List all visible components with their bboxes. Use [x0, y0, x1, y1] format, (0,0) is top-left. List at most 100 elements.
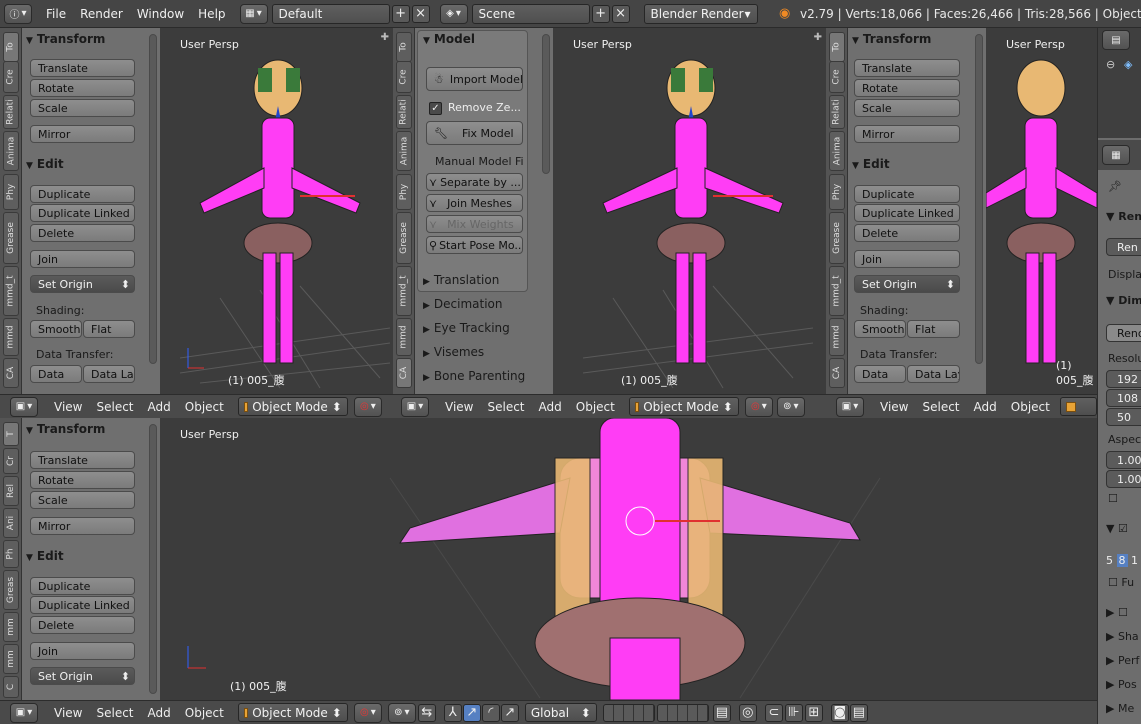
duplicate-button[interactable]: Duplicate — [854, 185, 960, 203]
duplicate-linked-button[interactable]: Duplicate Linked — [30, 204, 135, 222]
menu-select[interactable]: Select — [922, 400, 959, 414]
menu-select[interactable]: Select — [96, 706, 133, 720]
scale-button[interactable]: Scale — [30, 491, 135, 509]
model-panel-header[interactable]: ▼ Model — [423, 32, 475, 46]
decimation-panel-header[interactable]: ▶ Decimation — [423, 297, 503, 311]
scale-button[interactable]: Scale — [854, 99, 960, 117]
tab-animation[interactable]: Anima — [829, 131, 845, 171]
tab-mmd-tools[interactable]: mmd_t — [829, 266, 845, 316]
tab-mmd[interactable]: mm — [3, 644, 19, 674]
translate-manipulator-button[interactable]: ↗ — [462, 703, 481, 722]
dimensions-panel-header[interactable]: ▼ Dim — [1106, 294, 1141, 307]
scene-field[interactable]: Scene — [471, 3, 590, 24]
layers-grid-1[interactable] — [602, 703, 655, 722]
translation-panel-header[interactable]: ▶ Translation — [423, 273, 499, 287]
render-animation-button[interactable]: ▤ — [849, 703, 868, 722]
delete-button[interactable]: Delete — [30, 616, 135, 634]
flat-button[interactable]: Flat — [907, 320, 960, 338]
join-button[interactable]: Join — [30, 250, 135, 268]
scale-button[interactable]: Scale — [30, 99, 135, 117]
menu-add[interactable]: Add — [539, 400, 562, 414]
tab-create[interactable]: Cre — [3, 61, 19, 93]
join-button[interactable]: Join — [854, 250, 960, 268]
mirror-button[interactable]: Mirror — [30, 125, 135, 143]
rotate-manipulator-button[interactable]: ◜ — [481, 703, 500, 722]
mode-select[interactable] — [1059, 397, 1097, 416]
data-layout-button[interactable]: Data Lay — [907, 365, 960, 383]
transform-panel-header[interactable]: ▼ Transform — [26, 422, 105, 436]
menu-view[interactable]: View — [880, 400, 908, 414]
tab-animation[interactable]: Ani — [3, 508, 19, 538]
snap-element-button[interactable]: ⊪ — [784, 703, 803, 722]
menu-add[interactable]: Add — [148, 706, 171, 720]
transform-panel-header[interactable]: ▼ Transform — [26, 32, 105, 46]
tab-mmd[interactable]: mmd — [829, 318, 845, 356]
tab-grease[interactable]: Grease — [829, 212, 845, 264]
snap-target-button[interactable]: ⊞ — [804, 703, 823, 722]
render-still-button[interactable]: ◙ — [830, 703, 849, 722]
tab-mmd-tools[interactable]: mm — [3, 612, 19, 642]
remove-scene-button[interactable]: × — [611, 4, 630, 23]
menu-object[interactable]: Object — [1011, 400, 1050, 414]
set-origin-select[interactable]: Set Origin ⬍ — [854, 275, 960, 293]
screen-layout-icon-button[interactable]: ▦ ▾ — [239, 3, 268, 24]
tab-grease[interactable]: Greas — [3, 570, 19, 610]
data-layout-button[interactable]: Data Lay — [83, 365, 135, 383]
join-meshes-button[interactable]: ⋎ Join Meshes — [426, 194, 523, 212]
menu-object[interactable]: Object — [185, 706, 224, 720]
outliner-expand-icon[interactable]: ⊖ — [1106, 58, 1115, 71]
render-engine-select[interactable]: Blender Render ▾ — [643, 3, 758, 24]
tab-mmd-tools[interactable]: mmd_t — [3, 266, 19, 316]
screen-layout-field[interactable]: Default — [271, 3, 390, 24]
tab-cats[interactable]: CA — [829, 358, 845, 388]
smooth-button[interactable]: Smooth — [854, 320, 906, 338]
tab-grease[interactable]: Grease — [396, 212, 412, 264]
menu-select[interactable]: Select — [96, 400, 133, 414]
viewport-shading-button[interactable]: ◎ ▾ — [744, 396, 773, 417]
mirror-button[interactable]: Mirror — [30, 517, 135, 535]
sampled-motion-panel-header[interactable]: ▶ ☐ — [1106, 606, 1128, 619]
tab-relations[interactable]: Relati — [396, 95, 412, 129]
post-processing-panel-header[interactable]: ▶ Pos — [1106, 678, 1137, 691]
translate-button[interactable]: Translate — [30, 451, 135, 469]
fps-field-3[interactable]: 1 — [1131, 554, 1138, 567]
import-model-button[interactable]: ☃ Import Model — [426, 67, 523, 91]
lock-layers-button[interactable]: ▤ — [712, 703, 731, 722]
viewport-top-center[interactable]: User Persp ✚ (1) 005_腹 — [553, 28, 826, 394]
viewport-top-left[interactable]: User Persp ✚ (1) 005_腹 — [160, 28, 393, 394]
add-scene-button[interactable]: + — [591, 4, 610, 23]
smooth-button[interactable]: Smooth — [30, 320, 82, 338]
translate-button[interactable]: Translate — [30, 59, 135, 77]
menu-object[interactable]: Object — [185, 400, 224, 414]
tab-mmd[interactable]: mmd — [3, 318, 19, 356]
fps-field-2[interactable]: 8 — [1116, 554, 1128, 567]
set-origin-select[interactable]: Set Origin ⬍ — [30, 667, 135, 685]
resolution-percent-field[interactable]: 50 — [1106, 408, 1141, 426]
scene-icon-button[interactable]: ◈ ▾ — [439, 3, 468, 24]
render-button[interactable]: Ren — [1106, 238, 1141, 256]
delete-button[interactable]: Delete — [30, 224, 135, 242]
menu-view[interactable]: View — [54, 400, 82, 414]
duplicate-linked-button[interactable]: Duplicate Linked — [30, 596, 135, 614]
tab-create[interactable]: Cre — [396, 61, 412, 93]
render-presets-button[interactable]: Rende — [1106, 324, 1141, 342]
tab-tools[interactable]: To — [3, 32, 19, 62]
delete-button[interactable]: Delete — [854, 224, 960, 242]
add-screen-button[interactable]: + — [391, 4, 410, 23]
tab-cats[interactable]: C — [3, 676, 19, 698]
edit-panel-header[interactable]: ▼ Edit — [26, 157, 64, 171]
rotate-button[interactable]: Rotate — [854, 79, 960, 97]
tab-tools[interactable]: To — [829, 32, 845, 62]
menu-view[interactable]: View — [54, 706, 82, 720]
duplicate-button[interactable]: Duplicate — [30, 577, 135, 595]
border-checkbox[interactable]: ☐ — [1108, 492, 1118, 505]
proportional-edit-button[interactable]: ◎ — [738, 703, 757, 722]
mirror-button[interactable]: Mirror — [854, 125, 960, 143]
mode-select[interactable]: Object Mode ⬍ — [628, 397, 739, 416]
set-origin-select[interactable]: Set Origin ⬍ — [30, 275, 135, 293]
start-pose-mode-button[interactable]: ⚲ Start Pose Mo... — [426, 236, 523, 254]
fps-field-1[interactable]: 5 — [1106, 554, 1113, 567]
remove-zero-checkbox[interactable]: ✓ Remove Ze... — [429, 101, 521, 115]
tab-mmd-tools[interactable]: mmd_t — [396, 266, 412, 316]
tab-physics[interactable]: Ph — [3, 540, 19, 568]
